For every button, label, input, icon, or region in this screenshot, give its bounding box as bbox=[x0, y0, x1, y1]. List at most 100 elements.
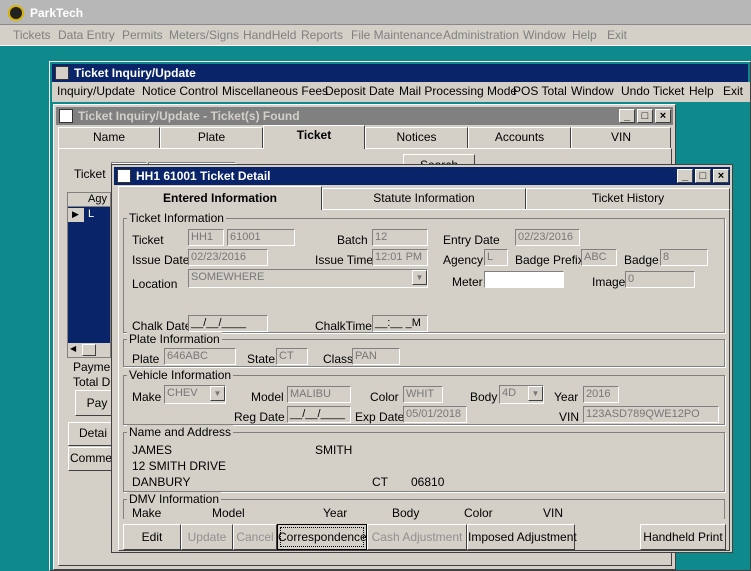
chalk-date-field[interactable]: __/__/____ bbox=[188, 315, 268, 332]
location-label: Location bbox=[132, 277, 178, 291]
edit-button[interactable]: Edit bbox=[123, 524, 181, 550]
location-select[interactable]: SOMEWHERE ▼ bbox=[188, 269, 428, 288]
maximize-button[interactable]: □ bbox=[695, 169, 711, 183]
grid-hscrollbar[interactable]: ◀ bbox=[68, 343, 110, 357]
window-icon bbox=[55, 66, 69, 80]
agency-field[interactable]: L bbox=[484, 249, 508, 266]
tab-statute-information[interactable]: Statute Information bbox=[322, 188, 526, 209]
body-select[interactable]: 4D ▼ bbox=[499, 385, 544, 404]
imposed-adjustment-button[interactable]: Imposed Adjustment bbox=[467, 524, 577, 550]
group-title: Plate Information bbox=[127, 332, 222, 346]
update-button[interactable]: Update bbox=[181, 524, 233, 550]
menu-undo-ticket[interactable]: Undo Ticket bbox=[621, 84, 684, 98]
badge-field[interactable]: 8 bbox=[660, 249, 708, 266]
tab-entered-information[interactable]: Entered Information bbox=[118, 186, 322, 210]
reg-date-field[interactable]: __/__/____ bbox=[287, 406, 351, 423]
menu-window[interactable]: Window bbox=[523, 28, 566, 42]
scroll-left-icon[interactable]: ◀ bbox=[70, 344, 76, 353]
menu-help-2[interactable]: Help bbox=[689, 84, 714, 98]
plate-field[interactable]: 646ABC bbox=[164, 348, 236, 365]
menu-exit[interactable]: Exit bbox=[607, 28, 627, 42]
menu-miscellaneous-fees[interactable]: Miscellaneous Fees bbox=[222, 84, 328, 98]
year-field[interactable]: 2016 bbox=[583, 386, 619, 403]
class-field[interactable]: PAN bbox=[352, 348, 400, 365]
tab-notices[interactable]: Notices bbox=[365, 127, 468, 148]
tab-vin[interactable]: VIN bbox=[571, 127, 671, 148]
tab-ticket[interactable]: Ticket bbox=[263, 125, 365, 149]
vin-field[interactable]: 123ASD789QWE12PO bbox=[583, 406, 719, 423]
grid-cell-agy[interactable]: L bbox=[84, 208, 110, 222]
menu-data-entry[interactable]: Data Entry bbox=[58, 28, 115, 42]
dmv-col-make: Make bbox=[132, 506, 162, 520]
menu-help[interactable]: Help bbox=[572, 28, 597, 42]
handheld-print-button[interactable]: Handheld Print bbox=[640, 524, 726, 550]
close-button[interactable]: × bbox=[655, 109, 671, 123]
tab-accounts[interactable]: Accounts bbox=[468, 127, 571, 148]
close-button[interactable]: × bbox=[713, 169, 729, 183]
model-field[interactable]: MALIBU bbox=[287, 386, 351, 403]
chalk-time-field[interactable]: __:__ _M bbox=[372, 315, 428, 332]
minimize-button[interactable]: _ bbox=[619, 109, 635, 123]
meter-field[interactable] bbox=[484, 271, 564, 288]
tab-name[interactable]: Name bbox=[58, 127, 160, 148]
detail-button[interactable]: Detai bbox=[68, 422, 118, 446]
exp-date-label: Exp Date bbox=[355, 410, 405, 424]
menu-handheld[interactable]: HandHeld bbox=[243, 28, 296, 42]
menu-meters-signs[interactable]: Meters/Signs bbox=[169, 28, 239, 42]
inquiry-menu-bar: Inquiry/Update Notice Control Miscellane… bbox=[52, 82, 750, 102]
badge-label: Badge bbox=[624, 253, 659, 267]
ticket-prefix-field[interactable]: HH1 bbox=[188, 229, 224, 246]
plate-information-group: Plate Information Plate 646ABC State CT … bbox=[123, 332, 725, 367]
menu-pos-total[interactable]: POS Total bbox=[513, 84, 567, 98]
badge-prefix-field[interactable]: ABC bbox=[581, 249, 617, 266]
scroll-thumb[interactable] bbox=[82, 344, 96, 356]
menu-inquiry-update[interactable]: Inquiry/Update bbox=[57, 84, 135, 98]
batch-label: Batch bbox=[337, 233, 368, 247]
menu-reports[interactable]: Reports bbox=[301, 28, 343, 42]
tab-plate[interactable]: Plate bbox=[160, 127, 263, 148]
grid-row-selected[interactable]: ▶ L bbox=[68, 208, 110, 222]
menu-administration[interactable]: Administration bbox=[443, 28, 519, 42]
maximize-button[interactable]: □ bbox=[637, 109, 653, 123]
reg-date-label: Reg Date bbox=[234, 410, 285, 424]
issue-date-field[interactable]: 02/23/2016 bbox=[188, 249, 268, 266]
menu-window-2[interactable]: Window bbox=[571, 84, 614, 98]
entry-date-field[interactable]: 02/23/2016 bbox=[515, 229, 580, 246]
chevron-down-icon[interactable]: ▼ bbox=[528, 386, 543, 401]
issue-time-field[interactable]: 12:01 PM bbox=[372, 249, 428, 266]
make-select[interactable]: CHEV ▼ bbox=[164, 385, 226, 404]
make-label: Make bbox=[132, 390, 162, 404]
exp-date-field[interactable]: 05/01/2018 bbox=[403, 406, 467, 423]
chalk-date-label: Chalk Date bbox=[132, 319, 192, 333]
menu-tickets[interactable]: Tickets bbox=[13, 28, 51, 42]
menu-mail-processing-mode[interactable]: Mail Processing Mode bbox=[399, 84, 517, 98]
batch-field[interactable]: 12 bbox=[372, 229, 428, 246]
chevron-down-icon[interactable]: ▼ bbox=[412, 270, 427, 285]
dmv-information-group: DMV Information Make Model Year Body Col… bbox=[123, 492, 725, 520]
chevron-down-icon[interactable]: ▼ bbox=[210, 386, 225, 401]
menu-exit-2[interactable]: Exit bbox=[723, 84, 743, 98]
menu-file-maintenance[interactable]: File Maintenance bbox=[351, 28, 442, 42]
issue-date-label: Issue Date bbox=[132, 253, 190, 267]
street-address: 12 SMITH DRIVE bbox=[132, 459, 227, 473]
menu-permits[interactable]: Permits bbox=[122, 28, 163, 42]
state-field[interactable]: CT bbox=[276, 348, 308, 365]
menu-notice-control[interactable]: Notice Control bbox=[142, 84, 218, 98]
group-title: Vehicle Information bbox=[127, 368, 234, 382]
ticket-number-field[interactable]: 61001 bbox=[227, 229, 295, 246]
cancel-button[interactable]: Cancel bbox=[233, 524, 277, 550]
dmv-col-body: Body bbox=[392, 506, 420, 520]
cash-adjustment-button[interactable]: Cash Adjustment bbox=[367, 524, 467, 550]
grid-header-agy: Agy bbox=[88, 193, 107, 205]
color-field[interactable]: WHIT bbox=[403, 386, 443, 403]
menu-deposit-date[interactable]: Deposit Date bbox=[325, 84, 394, 98]
tab-ticket-history[interactable]: Ticket History bbox=[526, 188, 730, 209]
tickets-found-title-bar: Ticket Inquiry/Update - Ticket(s) Found … bbox=[56, 107, 673, 125]
results-grid[interactable]: Agy ▶ L ◀ bbox=[67, 192, 111, 358]
minimize-button[interactable]: _ bbox=[677, 169, 693, 183]
image-field[interactable]: 0 bbox=[625, 271, 695, 288]
location-value: SOMEWHERE bbox=[191, 271, 265, 283]
comment-button[interactable]: Commer bbox=[68, 447, 118, 471]
window-icon bbox=[117, 169, 131, 183]
correspondence-button[interactable]: Correspondence bbox=[277, 524, 367, 550]
